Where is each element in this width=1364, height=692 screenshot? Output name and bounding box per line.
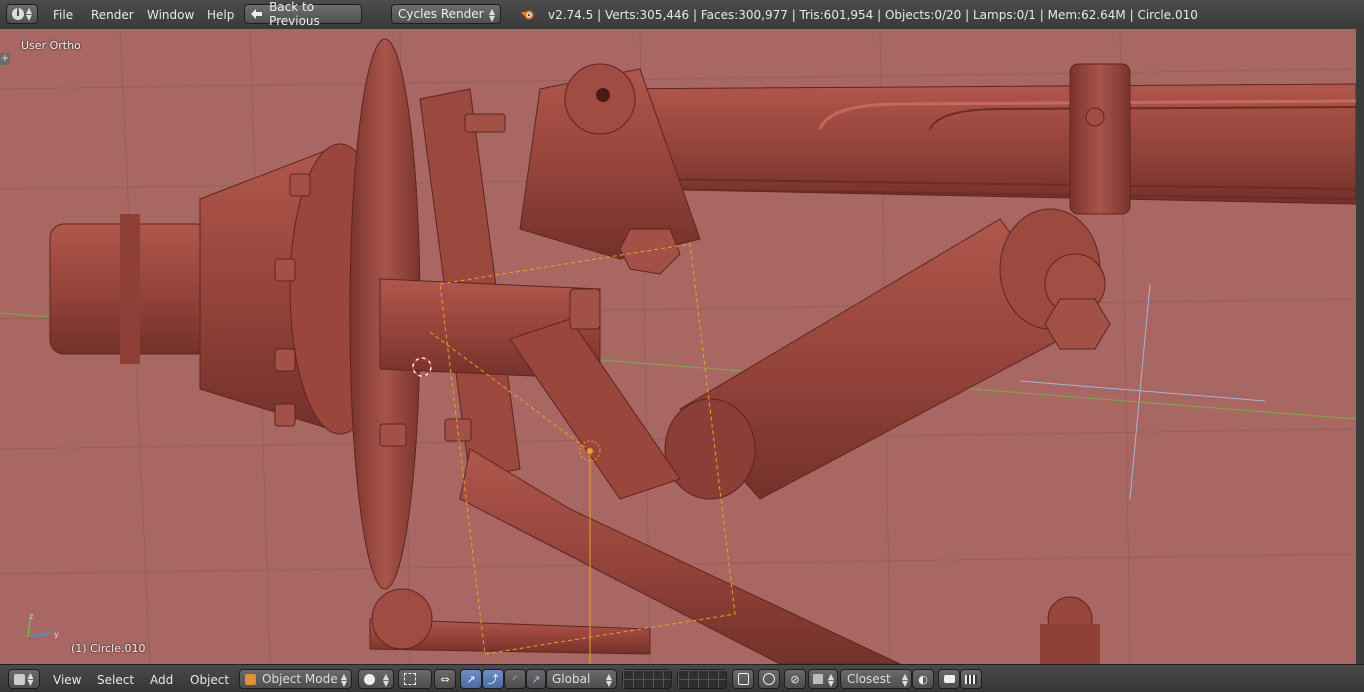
solid-shading-icon [364,673,375,685]
move-arrows-icon: ⇔ [440,672,450,686]
dropdown-arrows-icon: ▲ ▼ [901,672,908,688]
cube-icon [14,673,26,685]
camera-icon [943,675,955,683]
rotation-snap-icon: ◐ [918,672,928,686]
menu-window[interactable]: Window [147,8,194,22]
info-header: i ▲ ▼ File Render Window Help Back to Pre… [0,0,1364,30]
menu-select[interactable]: Select [97,673,134,687]
snap-element-icon [813,674,823,684]
mode-select[interactable]: Object Mode ▲ ▼ [239,669,352,689]
svg-text:z: z [29,612,33,621]
dropdown-arrows-icon: ▲ ▼ [605,672,612,688]
dropdown-arrows-icon: ▲ ▼ [382,672,389,688]
blender-logo-icon [521,8,535,20]
snap-target-value: Closest [847,672,891,686]
translate-icon: ↗ [466,672,476,686]
active-object-label: (1) Circle.010 [71,642,146,655]
orientation-value: Global [552,672,591,686]
manipulator-extra-button[interactable]: ↗ [526,669,546,689]
view-name-label: User Ortho [21,39,81,52]
menu-view[interactable]: View [53,673,81,687]
translate-manipulator-button[interactable]: ↗ [460,669,482,689]
layers-icon [678,670,726,688]
render-engine-value: Cycles Render [398,7,484,21]
viewport-scene: z y [0,29,1356,664]
manipulator-toggle[interactable]: ⇔ [434,669,456,689]
snap-element-select[interactable]: ▲ ▼ [808,669,838,689]
pivot-point-select[interactable] [398,669,432,689]
proportional-edit-button[interactable] [758,669,780,689]
snap-target-select[interactable]: Closest ▲ ▼ [840,669,912,689]
3d-view-header: ▲ ▼ View Select Add Object Object Mode ▲ ▼… [0,664,1364,692]
viewport-shading-select[interactable]: ▲ ▼ [358,669,394,689]
editor-type-button[interactable]: ▲ ▼ [8,669,40,689]
dropdown-arrows-icon: ▲ ▼ [827,672,834,688]
axle-hub [49,38,421,590]
menu-render[interactable]: Render [91,8,134,22]
right-edge-region [1356,29,1364,664]
scene-statistics: v2.74.5 | Verts:305,446 | Faces:300,977 … [548,8,1198,22]
render-engine-select[interactable]: Cycles Render ▲ ▼ [391,4,501,24]
object-origin [587,448,593,454]
dropdown-arrows-icon: ▲ ▼ [340,672,347,688]
menu-object[interactable]: Object [190,673,229,687]
layers-grid-a[interactable] [622,669,672,689]
shock-absorber [664,208,1111,500]
snap-toggle-button[interactable]: ⊘ [784,669,806,689]
back-arrow-icon [251,9,263,19]
toolshelf-toggle-icon[interactable]: + [0,53,10,65]
back-to-previous-button[interactable]: Back to Previous [244,0,362,28]
snap-rotation-button[interactable]: ◐ [912,669,934,689]
lock-camera-button[interactable] [732,669,754,689]
transform-orientation-select[interactable]: Global ▲ ▼ [546,669,617,689]
dropdown-arrows-icon: ▲ ▼ [488,7,495,23]
back-to-previous-label: Back to Previous [269,0,320,28]
editor-type-button[interactable]: i ▲ ▼ [6,4,38,24]
menu-help[interactable]: Help [207,8,234,22]
scale-icon: ◜ [512,672,518,686]
proportional-edit-icon [763,673,775,685]
magnet-icon: ⊘ [790,672,800,686]
pivot-icon [404,673,416,685]
rotate-icon: ⤴ [487,673,499,686]
info-icon: i [11,8,24,20]
menu-file[interactable]: File [53,8,73,22]
dropdown-arrows-icon: ▲ ▼ [25,6,33,22]
manipulator-arrow-icon: ↗ [531,672,541,686]
axis-gizmo-icon: z y [27,612,59,642]
lock-icon [737,673,749,685]
svg-text:y: y [54,630,59,639]
layers-icon [623,670,671,688]
menu-add[interactable]: Add [150,673,173,687]
3d-viewport[interactable]: z y User Ortho (1) Circle.010 + [0,29,1356,664]
dropdown-arrows-icon: ▲ ▼ [27,671,34,687]
opengl-render-button[interactable] [938,669,960,689]
layers-grid-b[interactable] [677,669,727,689]
clapper-icon [965,674,977,684]
rotate-manipulator-button[interactable]: ⤴ [482,669,504,689]
mode-value: Object Mode [262,672,338,686]
leaf-spring [599,63,1356,215]
scale-manipulator-button[interactable]: ◜ [504,669,526,689]
opengl-animation-button[interactable] [960,669,982,689]
object-mode-icon [245,673,256,685]
